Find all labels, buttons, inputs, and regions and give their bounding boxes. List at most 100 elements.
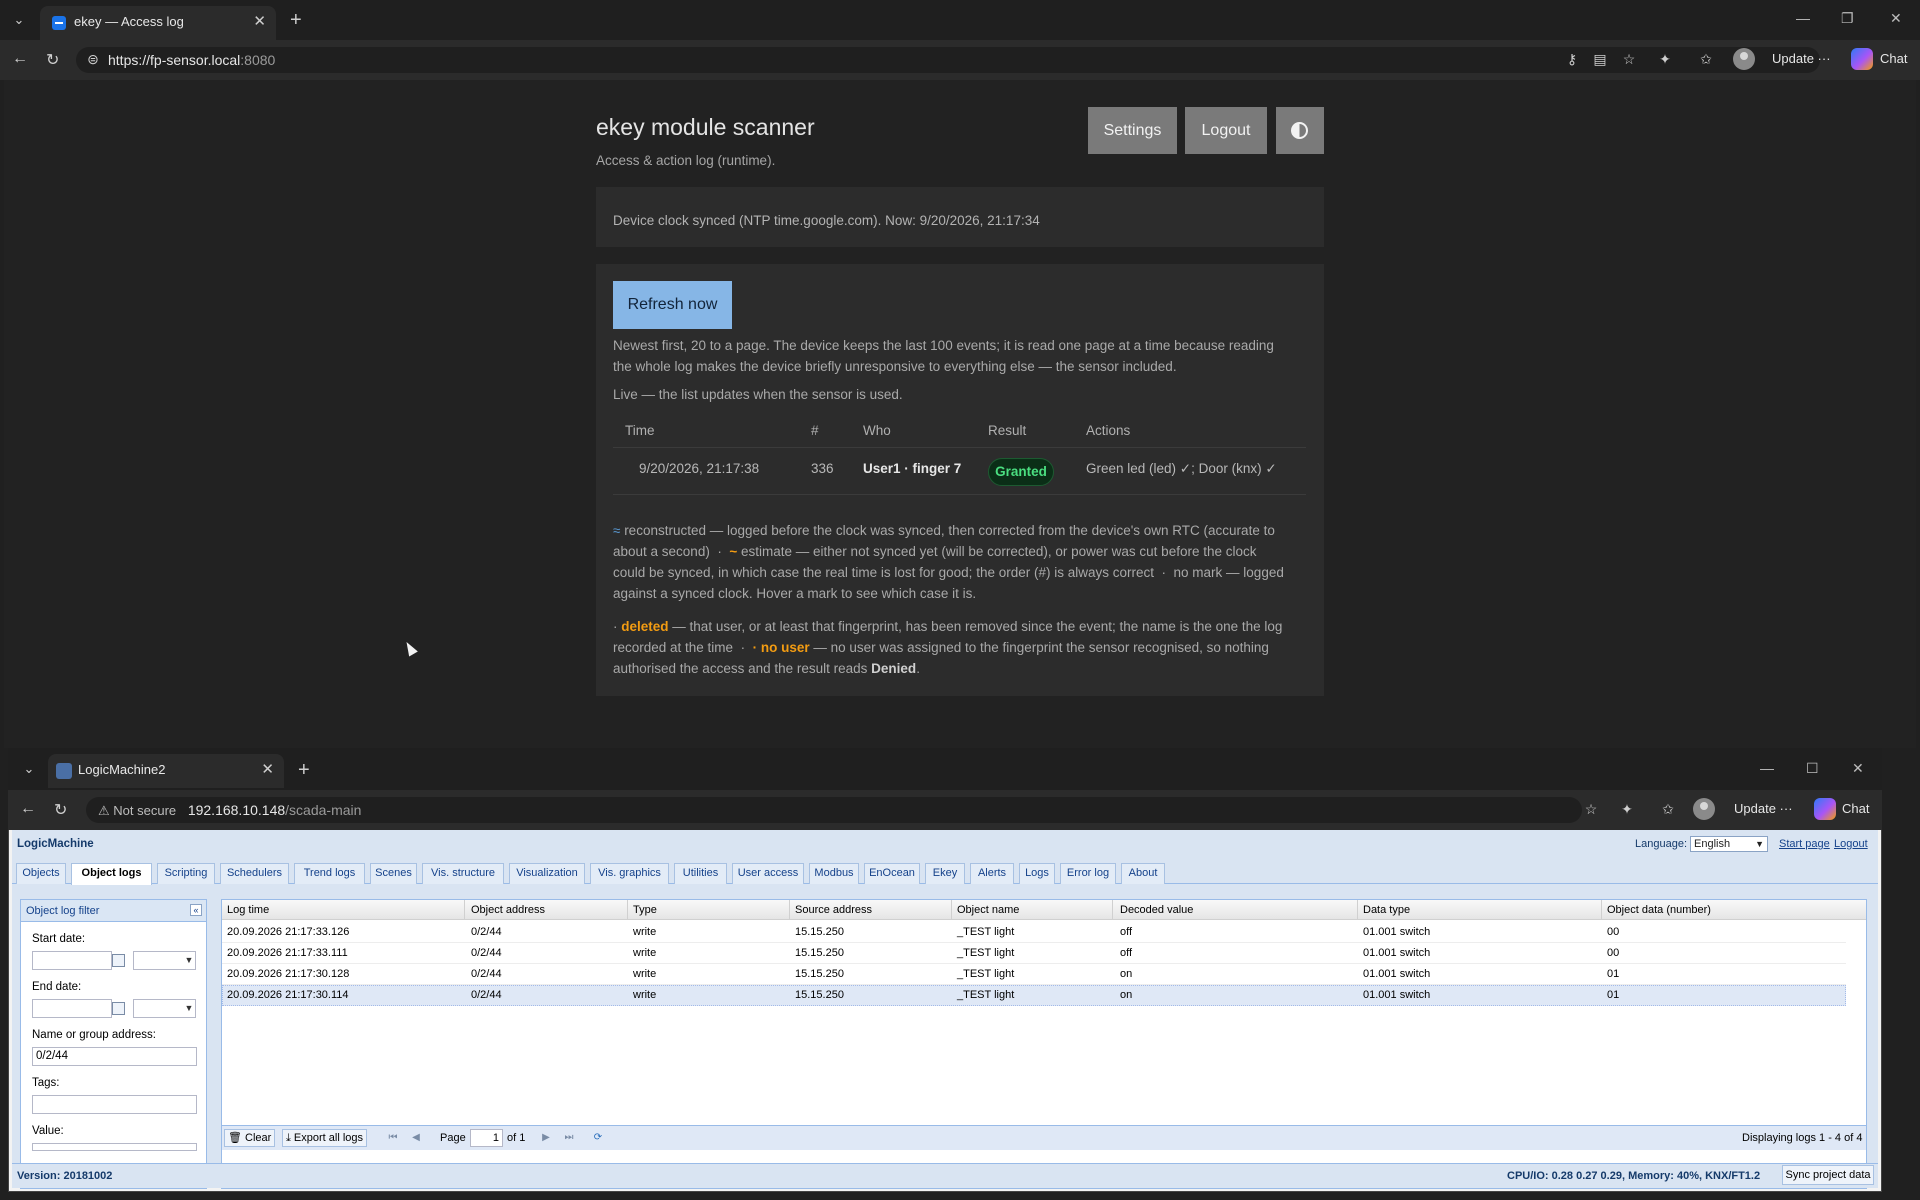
tab-enocean[interactable]: EnOcean (864, 863, 920, 884)
outer-chat-button[interactable]: Chat (1880, 51, 1907, 66)
end-time-chevron-icon[interactable]: ▼ (182, 999, 196, 1018)
tab-vis-structure[interactable]: Vis. structure (422, 863, 504, 884)
logout-button[interactable]: Logout (1185, 107, 1267, 154)
tab-alerts[interactable]: Alerts (970, 863, 1014, 884)
start-time-chevron-icon[interactable]: ▼ (182, 951, 196, 970)
minimize-icon[interactable]: — (1796, 10, 1810, 26)
extensions-icon[interactable]: ✦ (1656, 50, 1674, 68)
tab-trend-logs[interactable]: Trend logs (294, 863, 365, 884)
col-log-time[interactable]: Log time (227, 904, 269, 916)
start-date-input[interactable] (32, 951, 112, 970)
table-row[interactable] (222, 943, 1846, 964)
refresh-now-button[interactable]: Refresh now (613, 281, 732, 329)
inner-tab-logicmachine[interactable]: LogicMachine2 ✕ (48, 754, 284, 788)
inner-maximize-icon[interactable]: ☐ (1806, 760, 1819, 777)
tags-input[interactable] (32, 1095, 197, 1114)
inner-copilot-icon[interactable] (1814, 798, 1836, 820)
name-address-label: Name or group address: (32, 1029, 157, 1041)
inner-back-icon[interactable]: ← (20, 800, 36, 818)
inner-close-window-icon[interactable]: ✕ (1852, 760, 1864, 777)
tab-utilities[interactable]: Utilities (674, 863, 727, 884)
tab-logs[interactable]: Logs (1019, 863, 1055, 884)
reader-mode-icon[interactable]: ▤ (1591, 50, 1609, 68)
first-page-icon[interactable]: ⏮ (386, 1131, 400, 1145)
close-window-icon[interactable]: ✕ (1890, 10, 1902, 27)
tab-about[interactable]: About (1121, 863, 1165, 884)
tab-error-log[interactable]: Error log (1060, 863, 1116, 884)
col-separator (951, 900, 952, 920)
tab-ekey[interactable]: Ekey (925, 863, 965, 884)
language-select[interactable]: English ▼ (1690, 836, 1768, 852)
tab-visualization[interactable]: Visualization (509, 863, 585, 884)
start-calendar-icon[interactable] (112, 954, 125, 967)
clear-logs-button[interactable]: 🗑 Clear (224, 1129, 276, 1147)
estimate-mark[interactable]: ~ (729, 544, 737, 559)
table-row[interactable] (222, 922, 1846, 943)
outer-address-text[interactable]: https://fp-sensor.local:8080 (108, 52, 275, 68)
name-address-input[interactable]: 0/2/44 (32, 1047, 197, 1066)
col-data-type[interactable]: Data type (1363, 904, 1410, 916)
prev-page-icon[interactable]: ◀ (409, 1131, 423, 1145)
back-icon[interactable]: ← (12, 50, 28, 68)
refresh-grid-icon[interactable]: ⟳ (591, 1131, 605, 1145)
tab-objects[interactable]: Objects (16, 863, 66, 884)
reconstructed-mark[interactable]: ≈ (613, 523, 620, 538)
inner-tab-list-menu-icon[interactable]: ⌄ (18, 758, 40, 780)
value-input[interactable] (32, 1143, 197, 1151)
outer-address-bar[interactable] (76, 47, 1820, 73)
inner-update-button[interactable]: Update ··· (1734, 801, 1793, 816)
col-source-address[interactable]: Source address (795, 904, 872, 916)
end-date-input[interactable] (32, 999, 112, 1018)
tab-object-logs[interactable]: Object logs (71, 863, 152, 885)
sync-project-data-button[interactable]: Sync project data (1782, 1165, 1874, 1185)
collapse-panel-icon[interactable]: « (190, 904, 202, 916)
inner-extensions-icon[interactable]: ✦ (1618, 800, 1636, 818)
last-page-icon[interactable]: ⏭ (562, 1131, 576, 1145)
col-result-header: Result (988, 423, 1027, 438)
page-subtitle: Access & action log (runtime). (596, 153, 776, 168)
inner-close-tab-icon[interactable]: ✕ (261, 760, 274, 778)
tab-vis-graphics[interactable]: Vis. graphics (590, 863, 669, 884)
col-decoded-value[interactable]: Decoded value (1120, 904, 1193, 916)
close-tab-icon[interactable]: ✕ (253, 12, 266, 30)
export-all-logs-button[interactable]: ⤓ Export all logs (282, 1129, 368, 1147)
inner-favorite-star-icon[interactable]: ☆ (1582, 800, 1600, 818)
favorites-icon[interactable]: ✩ (1697, 50, 1715, 68)
copilot-icon[interactable] (1851, 48, 1873, 70)
tab-schedulers[interactable]: Schedulers (220, 863, 289, 884)
inner-profile-avatar-icon[interactable] (1693, 798, 1715, 820)
end-calendar-icon[interactable] (112, 1002, 125, 1015)
lm-logout-link[interactable]: Logout (1834, 838, 1868, 850)
inner-minimize-icon[interactable]: — (1760, 760, 1774, 776)
tab-scenes[interactable]: Scenes (370, 863, 417, 884)
col-object-address[interactable]: Object address (471, 904, 545, 916)
next-page-icon[interactable]: ▶ (539, 1131, 553, 1145)
col-object-data[interactable]: Object data (number) (1607, 904, 1711, 916)
table-row[interactable] (222, 964, 1846, 985)
tab-user-access[interactable]: User access (732, 863, 804, 884)
profile-avatar-icon[interactable] (1733, 48, 1755, 70)
col-object-name[interactable]: Object name (957, 904, 1019, 916)
favorite-star-icon[interactable]: ☆ (1620, 50, 1638, 68)
start-page-link[interactable]: Start page (1779, 838, 1830, 850)
inner-new-tab-icon[interactable]: + (298, 760, 310, 780)
col-type[interactable]: Type (633, 904, 657, 916)
tab-scripting[interactable]: Scripting (157, 863, 215, 884)
new-tab-icon[interactable]: + (290, 10, 302, 30)
inner-reload-icon[interactable]: ↻ (54, 800, 67, 820)
tab-list-menu-icon[interactable]: ⌄ (8, 9, 30, 31)
page-number-input[interactable]: 1 (470, 1129, 503, 1147)
table-row-selected[interactable] (222, 985, 1846, 1006)
outer-update-button[interactable]: Update ··· (1772, 51, 1831, 66)
restore-icon[interactable]: ❐ (1841, 10, 1854, 27)
cell-type: write (633, 947, 657, 959)
tab-modbus[interactable]: Modbus (809, 863, 859, 884)
password-key-icon[interactable]: ⚷ (1563, 50, 1581, 68)
settings-button[interactable]: Settings (1088, 107, 1177, 154)
inner-address-text[interactable]: ⚠ Not secure 192.168.10.148/scada-main (98, 802, 361, 819)
inner-favorites-icon[interactable]: ✩ (1659, 800, 1677, 818)
reload-icon[interactable]: ↻ (46, 50, 59, 70)
outer-tab-ekey[interactable]: ekey — Access log ✕ (40, 6, 276, 40)
inner-chat-button[interactable]: Chat (1842, 801, 1869, 816)
site-info-icon[interactable]: ⊜ (84, 50, 102, 68)
